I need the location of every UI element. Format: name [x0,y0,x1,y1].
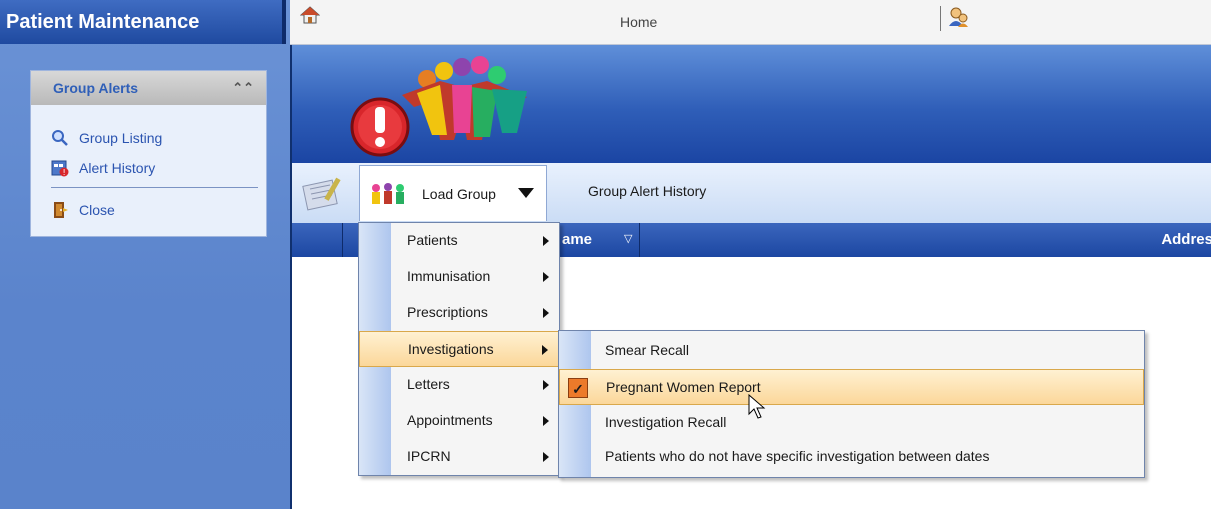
submenu-arrow-icon [543,452,549,462]
home-label[interactable]: Home [620,14,657,30]
submenu-arrow-icon [543,272,549,282]
investigations-submenu: Smear Recall ✓ Pregnant Women Report Inv… [558,330,1145,478]
submenu-arrow-icon [542,345,548,355]
menu-item-immunisation[interactable]: Immunisation [359,259,559,295]
menu-item-investigation-recall[interactable]: Investigation Recall [559,405,1144,441]
menu-item-label: Smear Recall [605,342,690,358]
menu-item-label: IPCRN [407,448,451,464]
menu-item-label: Patients [407,232,458,248]
group-alert-history-button[interactable]: Group Alert History [588,183,706,199]
menu-item-label: Letters [407,376,450,392]
menu-item-appointments[interactable]: Appointments [359,403,559,439]
alert-history-link[interactable]: ! Alert History [51,157,155,179]
banner [290,45,1211,163]
submenu-arrow-icon [543,380,549,390]
menu-item-smear-recall[interactable]: Smear Recall [559,333,1144,369]
checkmark-icon: ✓ [568,378,588,398]
column-header-name[interactable]: ame [562,231,592,248]
menu-item-label: Pregnant Women Report [606,379,761,395]
left-panel: Patient Maintenance Group Alerts ⌃⌃ Grou… [0,0,290,509]
group-alert-logo-icon [350,56,527,157]
menu-item-label: Patients who do not have specific invest… [605,448,990,464]
alert-history-label: Alert History [79,160,156,176]
group-alerts-box: Group Alerts ⌃⌃ Group Listing ! Alert Hi… [30,70,267,237]
submenu-arrow-icon [543,416,549,426]
menu-item-label: Prescriptions [407,304,488,320]
load-group-button[interactable]: Load Group [359,165,547,221]
door-exit-icon [51,201,69,219]
double-chevron-up-icon[interactable]: ⌃⌃ [232,71,254,105]
toolbar: Load Group Group Alert History [290,163,1211,223]
mouse-cursor-icon [748,394,766,419]
grid-column-divider [638,223,640,257]
menu-item-prescriptions[interactable]: Prescriptions [359,295,559,331]
load-group-label: Load Group [422,186,496,202]
menu-item-letters[interactable]: Letters [359,367,559,403]
svg-text:!: ! [63,168,66,177]
alert-history-icon: ! [51,159,69,177]
grid-column-select[interactable] [292,223,343,257]
close-label: Close [79,202,115,218]
group-listing-link[interactable]: Group Listing [51,127,162,149]
submenu-arrow-icon [543,236,549,246]
column-header-address[interactable]: Addres [1161,231,1211,248]
menu-item-label: Immunisation [407,268,491,284]
menu-item-patients[interactable]: Patients [359,223,559,259]
user-icon[interactable] [940,6,969,31]
group-alerts-title: Group Alerts [53,80,139,96]
group-listing-label: Group Listing [79,130,163,146]
group-alerts-header[interactable]: Group Alerts ⌃⌃ [31,71,266,105]
top-bar: Home [290,0,1211,45]
menu-item-investigations[interactable]: Investigations [359,331,559,367]
people-group-icon [368,182,408,209]
home-icon[interactable] [299,6,321,27]
magnifier-icon [51,129,69,147]
menu-item-label: Appointments [407,412,493,428]
filter-triangle-icon[interactable]: ▽ [624,232,632,245]
menu-item-label: Investigations [408,341,494,357]
dropdown-arrow-icon[interactable] [518,188,534,198]
menu-item-ipcrn[interactable]: IPCRN [359,439,559,475]
load-group-menu: Patients Immunisation Prescriptions Inve… [358,222,560,476]
submenu-arrow-icon [543,308,549,318]
menu-item-pregnant-women-report[interactable]: ✓ Pregnant Women Report [559,369,1144,405]
menu-item-label: Investigation Recall [605,414,727,430]
notepad-icon[interactable] [302,175,344,214]
close-link[interactable]: Close [51,199,115,221]
divider [51,187,258,188]
panel-title: Patient Maintenance [0,0,286,44]
menu-item-no-specific-investigation[interactable]: Patients who do not have specific invest… [559,439,1144,475]
